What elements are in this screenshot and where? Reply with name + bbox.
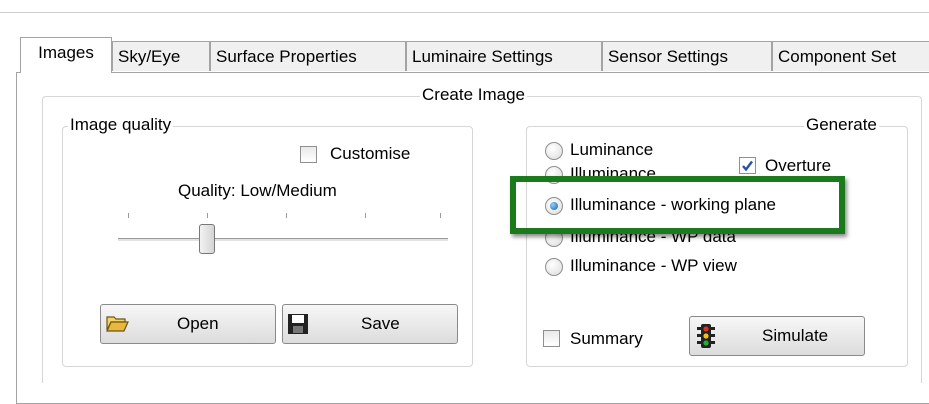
tab-sky-eye[interactable]: Sky/Eye [112, 41, 210, 71]
illuminance-working-plane-label: Illuminance - working plane [570, 195, 776, 214]
summary-label: Summary [570, 329, 643, 348]
open-button[interactable]: Open [100, 304, 276, 344]
quality-label: Quality: Low/Medium [178, 181, 337, 200]
tab-luminaire-settings[interactable]: Luminaire Settings [406, 41, 602, 71]
simulate-button-label: Simulate [762, 326, 829, 345]
tab-surface-properties[interactable]: Surface Properties [210, 41, 406, 71]
tab-component-set[interactable]: Component Set [772, 41, 929, 71]
simulate-button[interactable]: Simulate [689, 316, 865, 356]
illuminance-wp-data-label: Illuminance - WP data [570, 227, 736, 246]
top-divider [0, 12, 929, 13]
traffic-light-icon [696, 323, 716, 349]
save-button[interactable]: Save [282, 304, 458, 344]
floppy-disk-icon [287, 313, 309, 335]
slider-tick [207, 213, 208, 218]
tab-sensor-settings[interactable]: Sensor Settings [602, 41, 772, 71]
illuminance-wp-view-label: Illuminance - WP view [570, 256, 737, 275]
slider-track [118, 238, 448, 242]
slider-tick [440, 213, 441, 218]
luminance-radio[interactable] [545, 142, 563, 160]
illuminance-wp-view-radio[interactable] [545, 258, 563, 276]
quality-slider[interactable] [116, 205, 450, 265]
folder-open-icon [105, 311, 129, 335]
checkmark-icon [742, 160, 753, 172]
illuminance-wp-data-radio[interactable] [545, 229, 563, 247]
illuminance-label: Illuminance [570, 164, 656, 183]
customise-label: Customise [330, 144, 411, 163]
slider-thumb[interactable] [199, 224, 215, 254]
slider-tick [365, 213, 366, 218]
illuminance-working-plane-radio[interactable] [545, 197, 563, 215]
slider-tick [128, 213, 129, 218]
tab-images[interactable]: Images [20, 37, 112, 73]
save-button-label: Save [361, 314, 400, 333]
generate-title: Generate [804, 115, 879, 135]
illuminance-radio[interactable] [545, 166, 563, 184]
summary-checkbox[interactable] [543, 330, 560, 347]
overture-label: Overture [765, 156, 832, 175]
luminance-label: Luminance [570, 140, 654, 159]
overture-checkbox[interactable] [739, 157, 756, 174]
create-image-title: Create Image [420, 85, 527, 105]
slider-tick [286, 213, 287, 218]
image-quality-title: Image quality [68, 115, 174, 135]
customise-checkbox[interactable] [300, 146, 317, 163]
open-button-label: Open [177, 314, 219, 333]
